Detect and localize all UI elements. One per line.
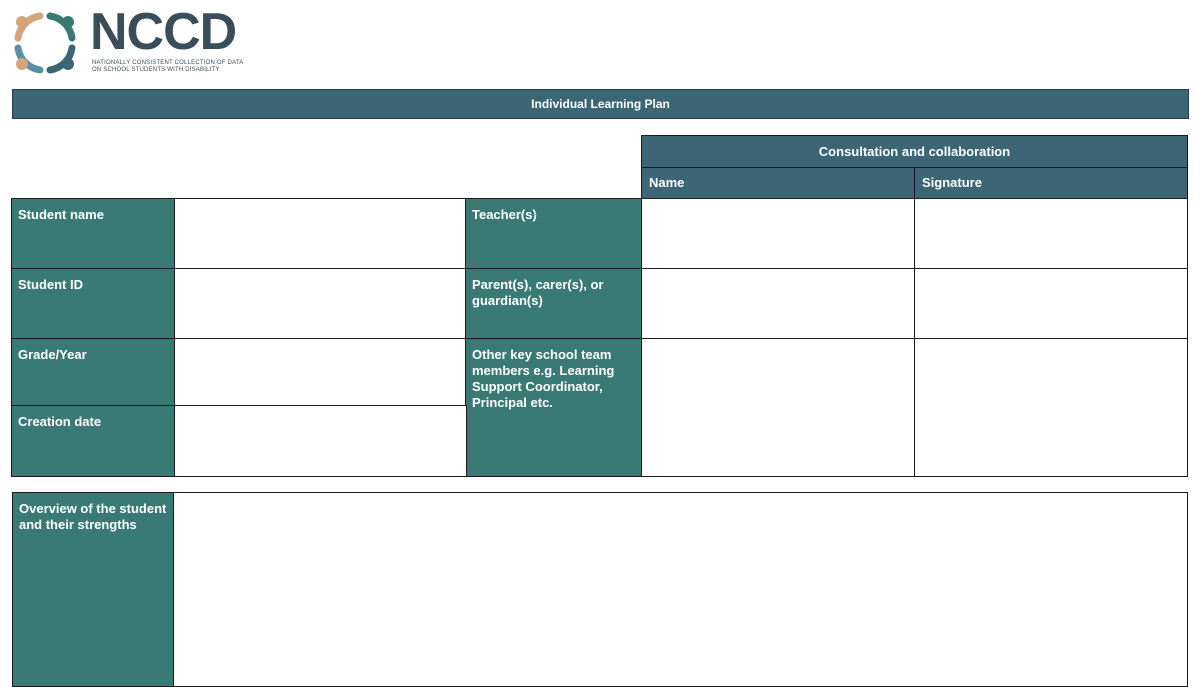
parents-name-field[interactable] xyxy=(641,268,916,339)
other-members-signature-field[interactable] xyxy=(914,338,1188,477)
grade-year-label: Grade/Year xyxy=(11,338,176,406)
logo-tagline: NATIONALLY CONSISTENT COLLECTION OF DATA… xyxy=(92,60,282,74)
other-members-name-field[interactable] xyxy=(641,338,916,477)
consultation-header: Consultation and collaboration xyxy=(641,135,1188,168)
signature-column-header: Signature xyxy=(914,167,1188,199)
parents-signature-field[interactable] xyxy=(914,268,1188,339)
student-id-label: Student ID xyxy=(11,268,176,339)
nccd-logo-icon xyxy=(14,12,76,74)
student-id-field[interactable] xyxy=(174,268,467,339)
parents-label: Parent(s), carer(s), or guardian(s) xyxy=(465,268,642,339)
overview-label: Overview of the student and their streng… xyxy=(12,492,175,687)
student-name-field[interactable] xyxy=(174,198,467,269)
overview-field[interactable] xyxy=(173,492,1188,687)
name-column-header: Name xyxy=(641,167,916,199)
logo-wordmark: NCCD xyxy=(90,3,237,61)
teachers-signature-field[interactable] xyxy=(914,198,1188,269)
other-members-label: Other key school team members e.g. Learn… xyxy=(465,338,642,477)
student-name-label: Student name xyxy=(11,198,176,269)
logo-tagline-line1: NATIONALLY CONSISTENT COLLECTION OF DATA xyxy=(92,60,244,66)
nccd-logo: NCCD NATIONALLY CONSISTENT COLLECTION OF… xyxy=(10,4,260,78)
document-title: Individual Learning Plan xyxy=(12,89,1189,119)
creation-date-field[interactable] xyxy=(174,405,467,477)
grade-year-field[interactable] xyxy=(174,338,467,406)
creation-date-label: Creation date xyxy=(11,405,176,477)
logo-tagline-line2: ON SCHOOL STUDENTS WITH DISABILITY xyxy=(92,67,220,73)
teachers-label: Teacher(s) xyxy=(465,198,642,269)
teachers-name-field[interactable] xyxy=(641,198,916,269)
